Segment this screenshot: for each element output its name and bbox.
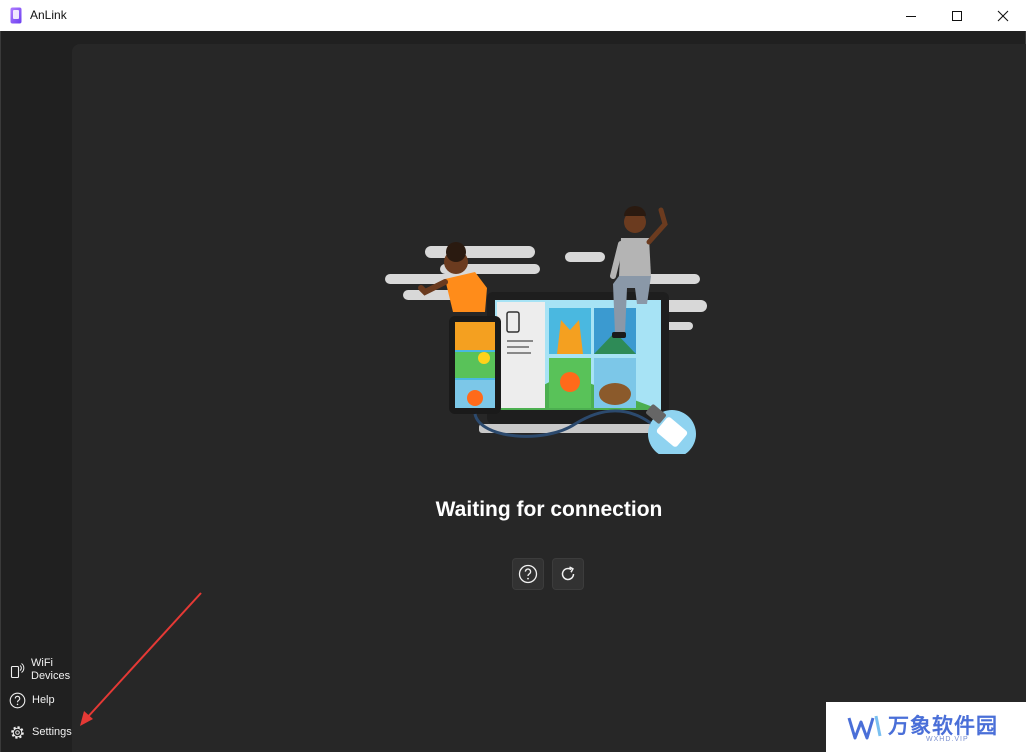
sidebar-item-label: Help — [32, 694, 55, 706]
minimize-button[interactable] — [888, 0, 934, 31]
watermark-subtext: WXHD.VIP — [926, 736, 969, 743]
gear-icon — [11, 726, 24, 739]
sidebar-item-settings[interactable]: Settings — [9, 724, 72, 741]
connection-illustration — [385, 206, 707, 454]
title-bar: AnLink — [0, 0, 1026, 31]
sidebar-item-help[interactable]: Help — [9, 692, 55, 709]
watermark: 万象软件园 WXHD.VIP — [826, 702, 1026, 752]
refresh-icon — [561, 566, 575, 581]
watermark-logo — [847, 715, 882, 740]
close-icon — [997, 10, 1009, 21]
phone-wifi-icon — [10, 663, 25, 679]
sidebar-item-label: Settings — [32, 726, 72, 738]
sidebar-item-wifi-devices[interactable]: WiFi Devices — [9, 657, 70, 683]
minimize-icon — [906, 15, 916, 17]
sidebar-item-label: WiFi Devices — [31, 657, 71, 682]
help-button[interactable] — [512, 558, 544, 590]
main-content: Waiting for connection — [72, 44, 1026, 752]
window-title: AnLink — [30, 8, 67, 22]
help-circle-icon — [9, 692, 26, 709]
refresh-button[interactable] — [552, 558, 584, 590]
close-button[interactable] — [980, 0, 1026, 31]
status-text: Waiting for connection — [435, 498, 663, 521]
anlink-app-icon — [10, 7, 22, 24]
maximize-icon — [952, 10, 962, 21]
sidebar: WiFi Devices Help Settings — [1, 31, 72, 752]
maximize-button[interactable] — [934, 0, 980, 31]
help-circle-icon — [518, 564, 538, 584]
